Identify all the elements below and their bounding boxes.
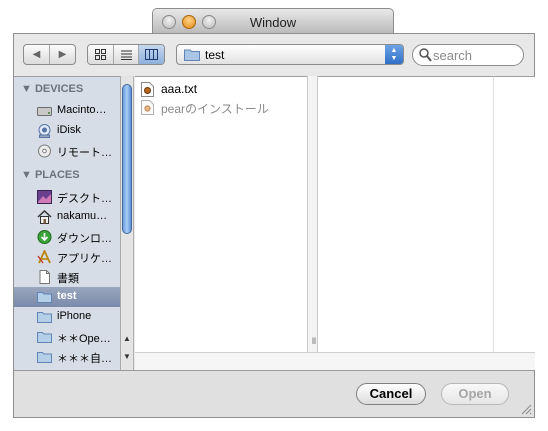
sidebar-item-label: nakamu… [57, 210, 108, 222]
popup-arrows-icon: ▲ ▼ [385, 45, 403, 64]
cancel-button[interactable]: Cancel [356, 383, 426, 405]
empty-column [494, 76, 535, 352]
scroll-up-arrow-icon[interactable]: ▲ [122, 334, 132, 346]
sidebar-item-label: 書類 [57, 273, 79, 285]
idisk-icon [38, 124, 51, 138]
folder-icon [37, 312, 52, 323]
remote-disc-icon [38, 144, 51, 158]
window-titlebar[interactable]: Window [152, 8, 394, 34]
sidebar-item-label: Macinto… [57, 104, 107, 116]
sidebar-item-ope[interactable]: ＊＊Ope… [14, 327, 120, 347]
sidebar: ▼ DEVICES Macinto… iDisk リモート… ▼ PLACES [14, 76, 121, 370]
devices-header[interactable]: ▼ DEVICES [21, 83, 83, 95]
sidebar-item-label: ＊＊Ope… [57, 333, 111, 345]
window-title: Window [249, 15, 297, 30]
documents-icon [39, 270, 50, 284]
folder-icon [37, 352, 52, 363]
sidebar-item-downloads[interactable]: ダウンロ… [14, 227, 120, 247]
file-name: pearのインストール [161, 102, 269, 116]
folder-icon [37, 332, 52, 343]
sidebar-item-desktop[interactable]: デスクト… [14, 187, 120, 207]
sidebar-item-home[interactable]: nakamu… [14, 207, 120, 227]
sidebar-scrollbar[interactable]: ▲ ▼ [121, 76, 134, 370]
dialog-button-bar: Cancel Open [14, 370, 534, 417]
forward-button[interactable]: ▶ [50, 45, 75, 64]
list-view-icon [120, 50, 132, 60]
sidebar-item-applications[interactable]: アプリケ… [14, 247, 120, 267]
downloads-icon [37, 230, 52, 244]
document-icon [141, 100, 154, 115]
back-forward-control: ◀ ▶ [23, 44, 76, 65]
view-mode-control [87, 44, 165, 65]
resize-grip-icon: ll [312, 336, 316, 346]
sidebar-item-iphone[interactable]: iPhone [14, 307, 120, 327]
sidebar-item-folder[interactable]: ＊＊＊自… [14, 347, 120, 367]
folder-icon [37, 292, 52, 303]
sidebar-item-documents[interactable]: 書類 [14, 267, 120, 287]
sidebar-item-label: リモート… [57, 147, 112, 159]
sidebar-item-test[interactable]: test [14, 287, 120, 307]
places-header[interactable]: ▼ PLACES [21, 169, 80, 181]
applications-icon [37, 250, 51, 264]
icon-view-icon [94, 49, 106, 60]
scroll-down-arrow-icon[interactable]: ▼ [122, 352, 132, 364]
sidebar-item-label: test [57, 290, 77, 302]
column-view-button[interactable] [139, 45, 164, 64]
file-column: aaa.txt pearのインストール [135, 76, 307, 352]
desktop-icon [37, 190, 52, 204]
sidebar-item-label: ダウンロ… [57, 233, 112, 245]
back-button[interactable]: ◀ [24, 45, 50, 64]
home-icon [37, 210, 52, 224]
file-name: aaa.txt [161, 82, 198, 96]
horizontal-scrollbar[interactable] [135, 352, 535, 370]
sidebar-item-label: ＊＊＊自… [57, 353, 112, 365]
folder-icon [184, 49, 200, 61]
search-icon [419, 48, 432, 62]
sidebar-item-remote-disc[interactable]: リモート… [14, 141, 120, 161]
search-placeholder: search [433, 48, 473, 63]
sidebar-item-idisk[interactable]: iDisk [14, 121, 120, 141]
column-resize-handle[interactable]: ll [307, 76, 318, 352]
location-popup[interactable]: test ▲ ▼ [176, 44, 404, 65]
hard-disk-icon [37, 107, 52, 116]
sidebar-scroll-thumb[interactable] [122, 84, 132, 234]
sidebar-item-label: iPhone [57, 310, 92, 322]
open-button[interactable]: Open [441, 383, 509, 405]
empty-column [318, 76, 494, 352]
sidebar-item-label: iDisk [57, 124, 81, 136]
resize-grip-icon[interactable] [521, 404, 532, 415]
open-file-dialog: ◀ ▶ test ▲ ▼ search ▼ DEVICES Macinto… i… [13, 33, 535, 418]
icon-view-button[interactable] [88, 45, 114, 64]
location-label: test [205, 48, 225, 62]
text-file-icon [141, 82, 154, 97]
sidebar-item-label: デスクト… [57, 193, 112, 205]
sidebar-item-label: アプリケ… [57, 253, 112, 265]
column-view-icon [145, 49, 159, 60]
list-view-button[interactable] [113, 45, 140, 64]
sidebar-item-macintosh-hd[interactable]: Macinto… [14, 101, 120, 121]
search-field[interactable]: search [412, 44, 524, 66]
